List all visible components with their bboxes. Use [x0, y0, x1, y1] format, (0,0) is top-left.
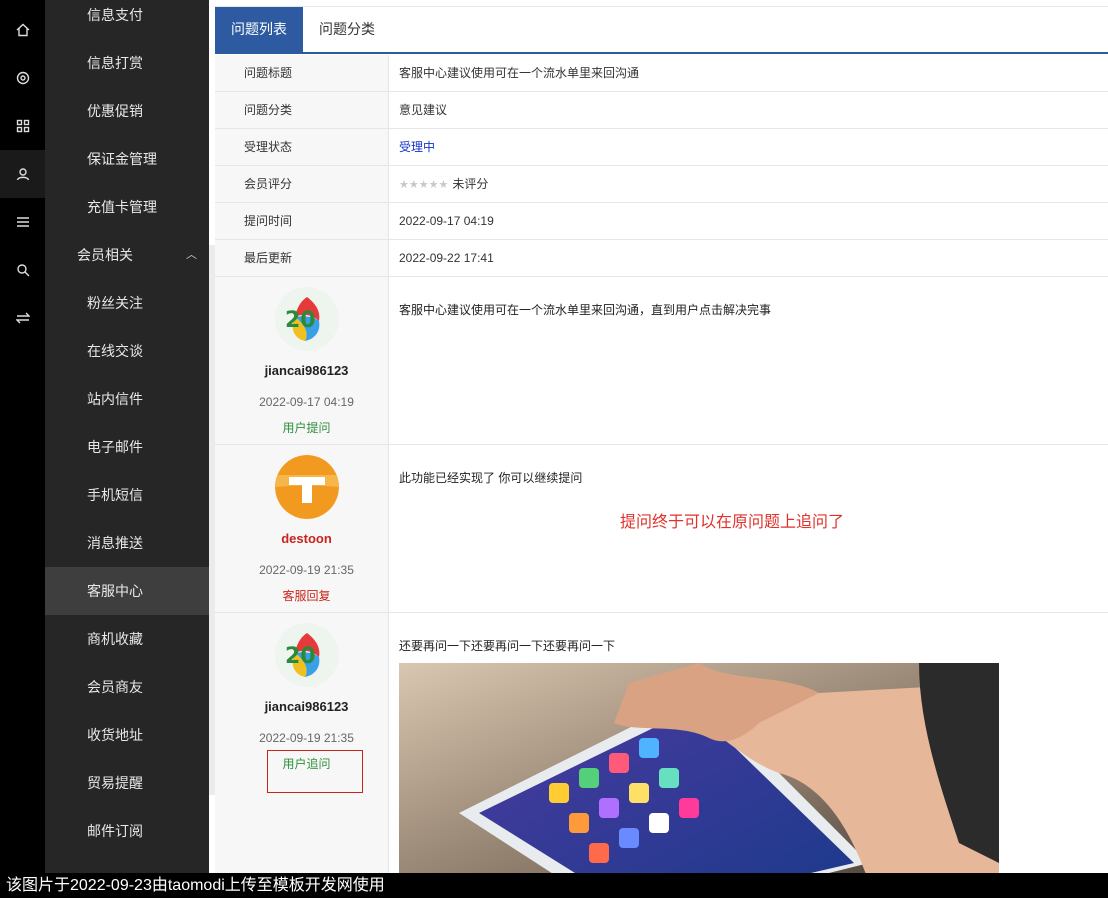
- list-icon[interactable]: [0, 198, 45, 246]
- info-label: 问题标题: [215, 55, 389, 91]
- sidebar-item[interactable]: 消息推送: [45, 519, 209, 567]
- swap-icon[interactable]: [0, 294, 45, 342]
- message-time: 2022-09-19 21:35: [259, 563, 354, 577]
- message-author: T destoon 2022-09-19 21:35 客服回复: [215, 445, 389, 612]
- tab-bar: 问题列表 问题分类: [215, 7, 1108, 54]
- rating-value: ★★★★★ 未评分: [399, 166, 488, 202]
- message-type-tag: 客服回复: [282, 589, 331, 603]
- message-time: 2022-09-17 04:19: [259, 395, 354, 409]
- search-icon[interactable]: [0, 246, 45, 294]
- info-value: 2022-09-17 04:19: [399, 214, 494, 228]
- username[interactable]: jiancai986123: [215, 699, 398, 714]
- watermark-footer: 该图片于2022-09-23由taomodi上传至模板开发网使用: [0, 873, 1108, 898]
- sidebar-item[interactable]: 信息打赏: [45, 39, 209, 87]
- sidebar-item[interactable]: 电子邮件: [45, 423, 209, 471]
- sidebar-item-label: 手机短信: [87, 487, 143, 503]
- message-text: 还要再问一下还要再问一下还要再问一下: [399, 639, 616, 653]
- star-rating-icon[interactable]: ★★★★★: [399, 179, 448, 191]
- sidebar-item[interactable]: 优惠促销: [45, 87, 209, 135]
- message-text: 此功能已经实现了 你可以继续提问: [399, 471, 583, 485]
- main-panel: 问题列表 问题分类 问题标题 客服中心建议使用可在一个流水单里来回沟通 问题分类…: [215, 0, 1108, 873]
- sidebar-item-label: 站内信件: [87, 391, 143, 407]
- sidebar-item[interactable]: 保证金管理: [45, 135, 209, 183]
- info-row-status: 受理状态 受理中: [215, 129, 1108, 166]
- message-author: 20 jiancai986123 2022-09-19 21:35 用户追问: [215, 613, 389, 873]
- message-text: 客服中心建议使用可在一个流水单里来回沟通，直到用户点击解决完事: [399, 303, 772, 317]
- sidebar-item-label: 保证金管理: [87, 151, 157, 167]
- sidebar-item[interactable]: 站内信件: [45, 375, 209, 423]
- tab-question-list[interactable]: 问题列表: [215, 7, 303, 52]
- message-item: 20 jiancai986123 2022-09-19 21:35 用户追问 还…: [215, 613, 1108, 873]
- sidebar-item[interactable]: 会员商友: [45, 663, 209, 711]
- info-value: 2022-09-22 17:41: [399, 251, 494, 265]
- user-icon[interactable]: [0, 150, 45, 198]
- info-row-title: 问题标题 客服中心建议使用可在一个流水单里来回沟通: [215, 55, 1108, 92]
- message-author: 20 jiancai986123 2022-09-17 04:19 用户提问: [215, 277, 389, 444]
- info-row-asked-time: 提问时间 2022-09-17 04:19: [215, 203, 1108, 240]
- avatar[interactable]: 20: [275, 287, 339, 351]
- sidebar-item[interactable]: 贸易提醒: [45, 759, 209, 807]
- annotation-text: 提问终于可以在原问题上追问了: [620, 514, 845, 531]
- home-icon[interactable]: [0, 6, 45, 54]
- settings-icon[interactable]: [0, 54, 45, 102]
- message-type-tag: 用户提问: [282, 421, 331, 435]
- grid-icon[interactable]: [0, 102, 45, 150]
- sidebar-item-label: 电子邮件: [87, 439, 143, 455]
- username[interactable]: jiancai986123: [215, 363, 398, 378]
- sidebar: 信息支付信息打赏优惠促销保证金管理充值卡管理会员相关 ︿ 粉丝关注在线交谈站内信件电…: [45, 0, 209, 898]
- avatar[interactable]: T: [275, 455, 339, 519]
- sidebar-item-label: 商机收藏: [87, 631, 143, 647]
- avatar-logo-text: 20: [285, 308, 316, 333]
- sidebar-item[interactable]: 手机短信: [45, 471, 209, 519]
- info-row-category: 问题分类 意见建议: [215, 92, 1108, 129]
- info-row-updated-time: 最后更新 2022-09-22 17:41: [215, 240, 1108, 277]
- message-item: 20 jiancai986123 2022-09-17 04:19 用户提问 客…: [215, 277, 1108, 445]
- sidebar-item[interactable]: 粉丝关注: [45, 279, 209, 327]
- sidebar-item[interactable]: 信息支付: [45, 0, 209, 39]
- info-row-rating: 会员评分 ★★★★★ 未评分: [215, 166, 1108, 203]
- sidebar-item-label: 粉丝关注: [87, 295, 143, 311]
- tab-question-category[interactable]: 问题分类: [303, 7, 391, 52]
- sidebar-item[interactable]: 在线交谈: [45, 327, 209, 375]
- sidebar-item-label: 信息打赏: [87, 55, 143, 71]
- chevron-up-icon[interactable]: ︿: [186, 231, 197, 279]
- message-time: 2022-09-19 21:35: [259, 731, 354, 745]
- username[interactable]: destoon: [215, 531, 398, 546]
- sidebar-item[interactable]: 充值卡管理: [45, 183, 209, 231]
- sidebar-item-label: 优惠促销: [87, 103, 143, 119]
- sidebar-item-label: 信息支付: [87, 7, 143, 23]
- avatar-logo-text: 20: [285, 644, 316, 669]
- rating-text: 未评分: [452, 177, 489, 191]
- sidebar-item-label: 消息推送: [87, 535, 143, 551]
- sidebar-item[interactable]: 邮件订阅: [45, 807, 209, 855]
- info-label: 会员评分: [215, 166, 389, 202]
- sidebar-item[interactable]: 收货地址: [45, 711, 209, 759]
- icon-rail: [0, 0, 45, 898]
- status-value: 受理中: [399, 140, 436, 154]
- sidebar-item-label: 客服中心: [87, 583, 143, 599]
- sidebar-item-label: 会员相关: [77, 247, 133, 263]
- avatar-logo-text: T: [275, 455, 276, 456]
- info-value: 客服中心建议使用可在一个流水单里来回沟通: [399, 66, 640, 80]
- sidebar-item[interactable]: 客服中心: [45, 567, 209, 615]
- avatar[interactable]: 20: [275, 623, 339, 687]
- info-label: 提问时间: [215, 203, 389, 239]
- sidebar-item-label: 会员商友: [87, 679, 143, 695]
- sidebar-item-label: 贸易提醒: [87, 775, 143, 791]
- attached-photo[interactable]: [399, 663, 999, 873]
- sidebar-item[interactable]: 商机收藏: [45, 615, 209, 663]
- info-label: 最后更新: [215, 240, 389, 276]
- sidebar-item[interactable]: 会员相关 ︿: [45, 231, 209, 279]
- info-value: 意见建议: [399, 103, 448, 117]
- info-label: 问题分类: [215, 92, 389, 128]
- sidebar-item-label: 在线交谈: [87, 343, 143, 359]
- sidebar-item-label: 充值卡管理: [87, 199, 157, 215]
- info-label: 受理状态: [215, 129, 389, 165]
- highlight-box: [267, 750, 363, 793]
- sidebar-item-label: 收货地址: [87, 727, 143, 743]
- sidebar-item-label: 邮件订阅: [87, 823, 143, 839]
